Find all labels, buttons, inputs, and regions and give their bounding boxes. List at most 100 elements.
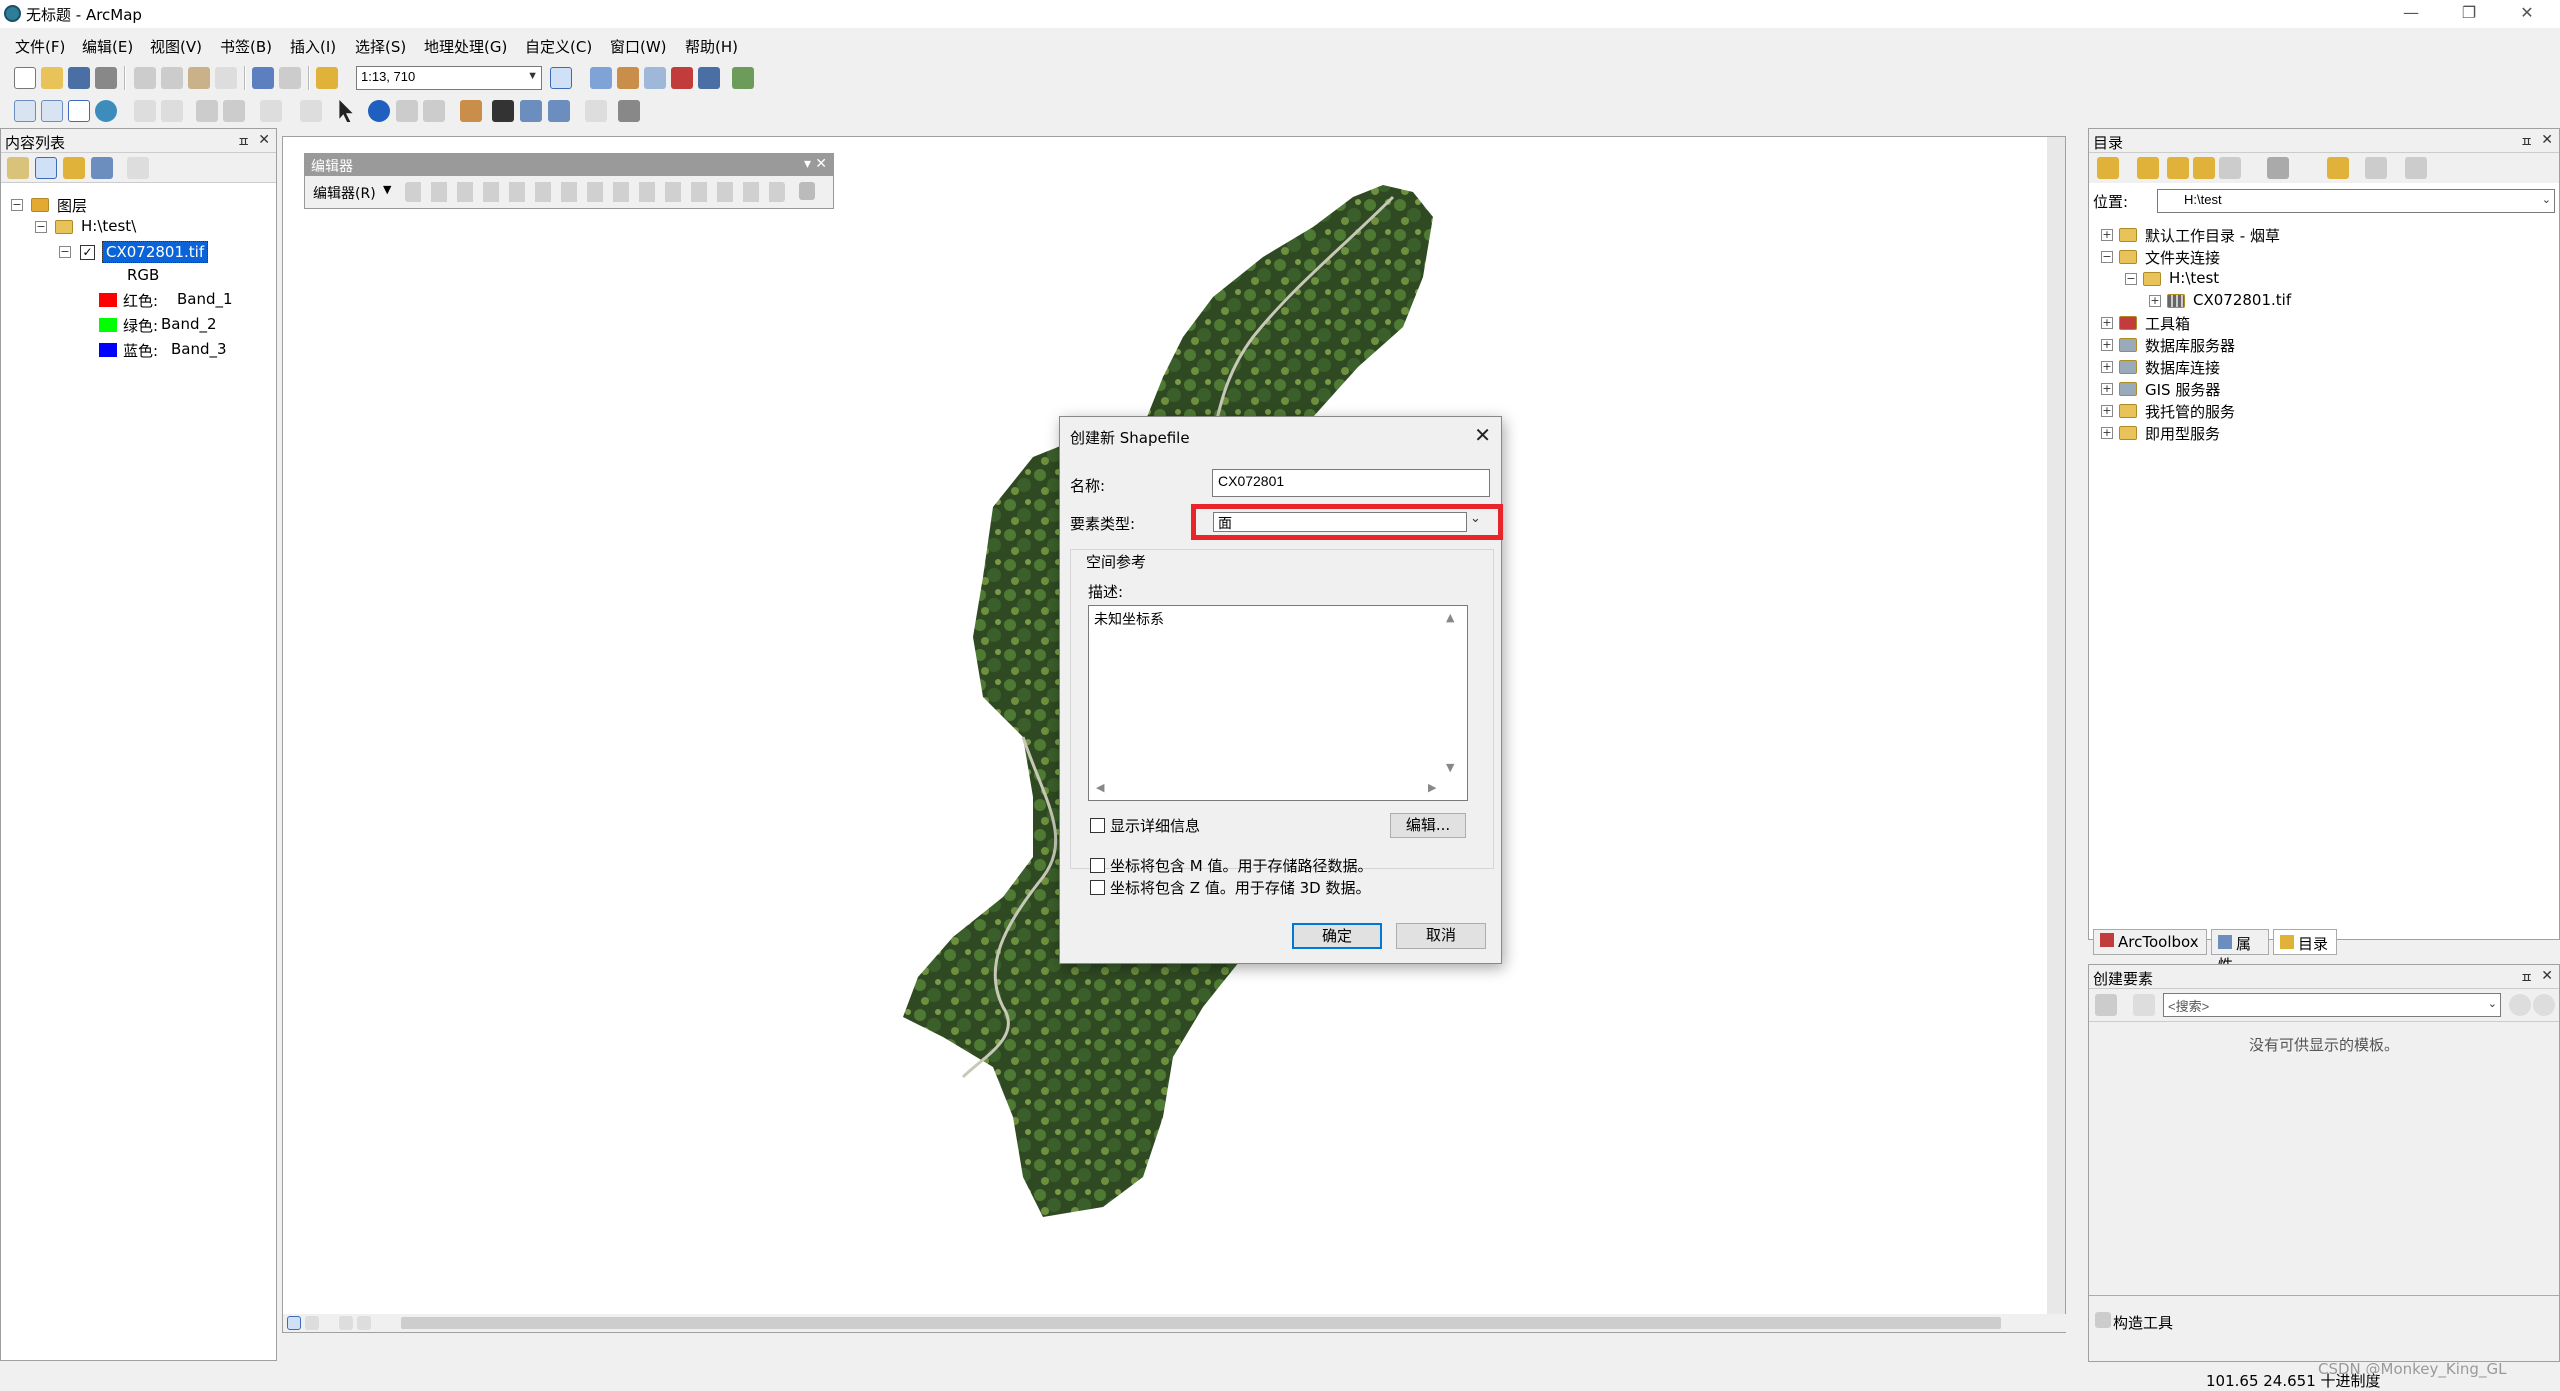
cut-icon[interactable] bbox=[134, 67, 156, 89]
editor-menu[interactable]: 编辑器(R) bbox=[313, 183, 376, 203]
scale-combo[interactable]: 1:13, 710 ▼ bbox=[356, 66, 542, 90]
expander[interactable]: + bbox=[2101, 405, 2113, 417]
menu-geoprocessing[interactable]: 地理处理(G) bbox=[424, 36, 507, 57]
html-popup-icon[interactable] bbox=[423, 100, 445, 122]
expander[interactable]: + bbox=[2101, 383, 2113, 395]
group-by-icon[interactable] bbox=[2133, 994, 2155, 1016]
copy-icon[interactable] bbox=[161, 67, 183, 89]
pan-hand-icon[interactable] bbox=[68, 100, 90, 122]
views-icon[interactable] bbox=[2267, 157, 2289, 179]
search-window-icon[interactable] bbox=[644, 67, 666, 89]
close-icon[interactable]: ✕ bbox=[2541, 132, 2553, 148]
menu-customize[interactable]: 自定义(C) bbox=[525, 36, 592, 57]
expander[interactable]: + bbox=[2101, 317, 2113, 329]
home-icon[interactable] bbox=[2193, 157, 2215, 179]
restore-button[interactable]: ❐ bbox=[2444, 0, 2494, 28]
feature-type-select[interactable]: 面 bbox=[1213, 512, 1467, 532]
edit-button[interactable]: 编辑... bbox=[1390, 813, 1466, 838]
options-icon[interactable] bbox=[127, 157, 149, 179]
layer-name[interactable]: CX072801.tif bbox=[102, 241, 209, 263]
back-arrow-icon[interactable] bbox=[2097, 157, 2119, 179]
list-by-visibility-icon[interactable] bbox=[63, 157, 85, 179]
time-slider-icon[interactable] bbox=[585, 100, 607, 122]
z-values-checkbox[interactable] bbox=[1090, 880, 1105, 895]
catalog-item[interactable]: 数据库连接 bbox=[2145, 357, 2220, 378]
close-icon[interactable]: ✕ bbox=[258, 132, 270, 148]
catalog-item[interactable]: 即用型服务 bbox=[2145, 423, 2220, 444]
find-binoculars-icon[interactable] bbox=[492, 100, 514, 122]
expander-layer[interactable]: − bbox=[59, 246, 71, 258]
back-arrow-icon[interactable] bbox=[196, 100, 218, 122]
ok-button[interactable]: 确定 bbox=[1292, 923, 1382, 949]
scroll-left-icon[interactable]: ◀ bbox=[1096, 781, 1104, 794]
create-viewer-icon[interactable] bbox=[618, 100, 640, 122]
menu-view[interactable]: 视图(V) bbox=[150, 36, 202, 57]
modelbuilder-icon[interactable] bbox=[732, 67, 754, 89]
list-by-drawing-order-icon[interactable] bbox=[7, 157, 29, 179]
expander[interactable]: + bbox=[2101, 361, 2113, 373]
select-elements-pointer-icon[interactable] bbox=[339, 100, 353, 122]
clear-selection-icon[interactable] bbox=[300, 100, 322, 122]
show-details-checkbox[interactable] bbox=[1090, 818, 1105, 833]
map-horizontal-scrollbar[interactable] bbox=[401, 1317, 2001, 1329]
name-field[interactable]: CX072801 bbox=[1212, 469, 1490, 497]
template-search-input[interactable]: <搜索> ⌄ bbox=[2163, 993, 2501, 1017]
pin-icon[interactable]: ㅍ bbox=[2520, 132, 2533, 152]
full-extent-globe-icon[interactable] bbox=[95, 100, 117, 122]
clear-search-icon[interactable] bbox=[2533, 994, 2555, 1016]
expander[interactable]: − bbox=[2125, 273, 2137, 285]
new-folder-icon[interactable] bbox=[2327, 157, 2349, 179]
select-features-icon[interactable] bbox=[260, 100, 282, 122]
tab-catalog[interactable]: 目录 bbox=[2273, 929, 2337, 955]
catalog-item[interactable]: H:\test bbox=[2169, 269, 2219, 287]
tab-properties[interactable]: 属性 bbox=[2211, 929, 2269, 974]
forward-arrow-icon[interactable] bbox=[2137, 157, 2159, 179]
minimize-button[interactable]: — bbox=[2386, 0, 2436, 28]
close-icon[interactable]: ✕ bbox=[2541, 968, 2553, 984]
zoom-out-icon[interactable] bbox=[41, 100, 63, 122]
search-icon[interactable] bbox=[2509, 994, 2531, 1016]
layers-label[interactable]: 图层 bbox=[57, 195, 87, 216]
tab-arctoolbox[interactable]: ArcToolbox bbox=[2093, 929, 2207, 955]
toc-window-icon[interactable] bbox=[590, 67, 612, 89]
catalog-item[interactable]: 文件夹连接 bbox=[2145, 247, 2220, 268]
m-values-checkbox[interactable] bbox=[1090, 858, 1105, 873]
menu-edit[interactable]: 编辑(E) bbox=[82, 36, 133, 57]
list-by-source-icon[interactable] bbox=[35, 157, 57, 179]
close-icon[interactable]: ✕ bbox=[815, 156, 827, 172]
print-icon[interactable] bbox=[95, 67, 117, 89]
up-folder-icon[interactable] bbox=[2167, 157, 2189, 179]
catalog-item[interactable]: 数据库服务器 bbox=[2145, 335, 2235, 356]
layout-view-icon[interactable] bbox=[305, 1316, 319, 1330]
pause-drawing-icon[interactable] bbox=[357, 1316, 371, 1330]
forward-arrow-icon[interactable] bbox=[223, 100, 245, 122]
catalog-item[interactable]: 我托管的服务 bbox=[2145, 401, 2235, 422]
toc-folder-label[interactable]: H:\test\ bbox=[81, 217, 136, 235]
menu-help[interactable]: 帮助(H) bbox=[685, 36, 738, 57]
save-icon[interactable] bbox=[68, 67, 90, 89]
zoom-in-icon[interactable] bbox=[14, 100, 36, 122]
goto-xy-icon[interactable] bbox=[548, 100, 570, 122]
chevron-down-icon[interactable]: ▾ bbox=[804, 156, 811, 172]
expander[interactable]: + bbox=[2101, 229, 2113, 241]
catalog-item[interactable]: 默认工作目录 - 烟草 bbox=[2145, 225, 2280, 246]
expander[interactable]: + bbox=[2101, 339, 2113, 351]
expander[interactable]: − bbox=[2101, 251, 2113, 263]
expander-layers[interactable]: − bbox=[11, 199, 23, 211]
open-folder-icon[interactable] bbox=[41, 67, 63, 89]
organize-templates-icon[interactable] bbox=[2095, 994, 2117, 1016]
expander[interactable]: + bbox=[2101, 427, 2113, 439]
map-vertical-scrollbar[interactable] bbox=[2047, 137, 2065, 1317]
measure-icon[interactable] bbox=[460, 100, 482, 122]
fixed-zoom-in-icon[interactable] bbox=[134, 100, 156, 122]
list-by-selection-icon[interactable] bbox=[91, 157, 113, 179]
data-view-icon[interactable] bbox=[287, 1316, 301, 1330]
connect-folder-icon[interactable] bbox=[2219, 157, 2241, 179]
menu-selection[interactable]: 选择(S) bbox=[355, 36, 406, 57]
cancel-button[interactable]: 取消 bbox=[1396, 923, 1486, 949]
hyperlink-icon[interactable] bbox=[396, 100, 418, 122]
refresh-icon[interactable] bbox=[339, 1316, 353, 1330]
menu-windows[interactable]: 窗口(W) bbox=[610, 36, 667, 57]
menu-file[interactable]: 文件(F) bbox=[15, 36, 65, 57]
catalog-item[interactable]: 工具箱 bbox=[2145, 313, 2190, 334]
